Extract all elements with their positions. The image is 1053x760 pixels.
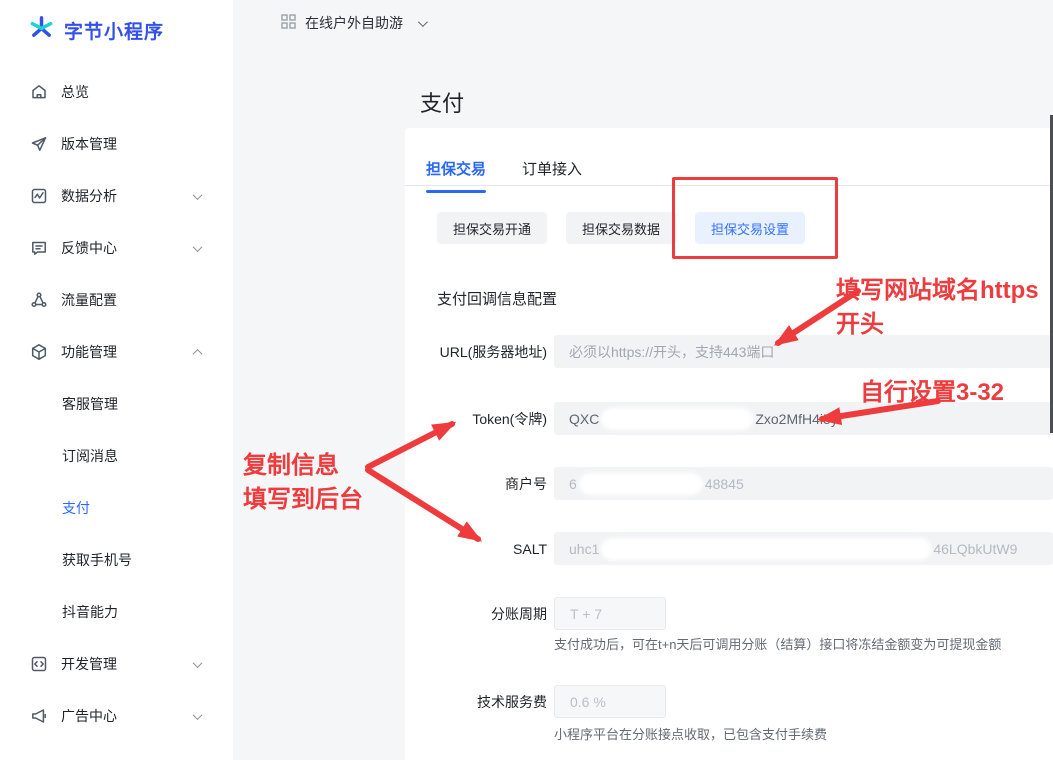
sidebar-subitem-get-phone-number[interactable]: 获取手机号 xyxy=(0,534,233,586)
cycle-input: T + 7 xyxy=(554,597,666,630)
content-card: 担保交易 订单接入 担保交易开通 担保交易数据 担保交易设置 支付回调信息配置 … xyxy=(405,128,1053,760)
sidebar-item-label: 流量配置 xyxy=(61,290,117,310)
grid-icon xyxy=(281,14,296,32)
tab-bar: 担保交易 订单接入 xyxy=(426,158,582,193)
page-title: 支付 xyxy=(420,86,464,118)
chevron-down-icon xyxy=(193,658,203,668)
sidebar-item-label: 广告中心 xyxy=(61,706,117,726)
section-title: 支付回调信息配置 xyxy=(437,288,557,309)
bytedance-asterisk-icon xyxy=(28,14,55,46)
guaranteed-settings-button[interactable]: 担保交易设置 xyxy=(695,212,805,244)
sidebar-item-label: 版本管理 xyxy=(61,134,117,154)
annotation-url-note-line1: 填写网站域名https xyxy=(836,274,1039,308)
merchant-value-start: 6 xyxy=(569,476,577,492)
annotation-url-note: 填写网站域名https 开头 xyxy=(836,274,1039,342)
traffic-icon xyxy=(30,291,48,309)
url-field-label: URL(服务器地址) xyxy=(405,342,547,362)
sidebar-item-development[interactable]: 开发管理 xyxy=(0,638,233,690)
sidebar-item-label: 客服管理 xyxy=(62,394,118,414)
chevron-down-icon xyxy=(418,17,428,27)
megaphone-icon xyxy=(30,707,48,725)
annotation-copy-note-line1: 复制信息 xyxy=(243,449,363,483)
app-switcher-label: 在线户外自助游 xyxy=(305,13,403,33)
fee-help-text: 小程序平台在分账接点收取，已包含支付手续费 xyxy=(554,724,827,743)
fee-input: 0.6 % xyxy=(554,685,666,718)
sidebar-item-label: 反馈中心 xyxy=(61,238,117,258)
sidebar-item-traffic[interactable]: 流量配置 xyxy=(0,274,233,326)
code-icon xyxy=(30,655,48,673)
sidebar-item-label: 支付 xyxy=(62,498,90,518)
salt-value-start: uhc1 xyxy=(569,541,599,557)
chevron-down-icon xyxy=(193,710,203,720)
chevron-up-icon xyxy=(193,348,203,358)
redaction-blur xyxy=(601,538,931,560)
tab-guaranteed-transaction[interactable]: 担保交易 xyxy=(426,158,486,193)
sidebar-subitem-payment[interactable]: 支付 xyxy=(0,482,233,534)
sidebar-item-versions[interactable]: 版本管理 xyxy=(0,118,233,170)
chevron-down-icon xyxy=(193,190,203,200)
chevron-down-icon xyxy=(193,242,203,252)
sidebar-item-label: 抖音能力 xyxy=(62,602,118,622)
annotation-token-note: 自行设置3-32 xyxy=(860,376,1004,410)
annotation-url-note-line2: 开头 xyxy=(836,308,1039,342)
merchant-field-row: 商户号 6 48845 xyxy=(405,467,1053,500)
redaction-blur xyxy=(579,473,703,495)
annotation-copy-note: 复制信息 填写到后台 xyxy=(243,449,363,517)
sidebar-item-label: 开发管理 xyxy=(61,654,117,674)
merchant-value-end: 48845 xyxy=(705,476,744,492)
salt-field-row: SALT uhc1 46LQbkUtW9 xyxy=(405,532,1053,565)
merchant-input[interactable]: 6 48845 xyxy=(554,467,1053,500)
brand-logo: 字节小程序 xyxy=(0,0,233,46)
feedback-icon xyxy=(30,239,48,257)
token-field-label: Token(令牌) xyxy=(405,409,547,429)
fee-field-row: 技术服务费 0.6 % xyxy=(405,685,1053,718)
cube-icon xyxy=(30,343,48,361)
sidebar-nav: 总览 版本管理 数据分析 反馈中心 流量配置 xyxy=(0,66,233,742)
paper-plane-icon xyxy=(30,135,48,153)
sidebar-item-label: 功能管理 xyxy=(61,342,117,362)
fee-field-label: 技术服务费 xyxy=(405,692,547,712)
sidebar-item-features[interactable]: 功能管理 xyxy=(0,326,233,378)
sidebar-item-label: 总览 xyxy=(61,82,89,102)
tab-order-access[interactable]: 订单接入 xyxy=(522,158,582,193)
url-input-placeholder: 必须以https://开头，支持443端口 xyxy=(569,342,774,362)
merchant-field-label: 商户号 xyxy=(405,474,547,494)
analytics-icon xyxy=(30,187,48,205)
token-value-start: QXC xyxy=(569,411,599,427)
sidebar-item-label: 订阅消息 xyxy=(62,446,118,466)
app-switcher[interactable]: 在线户外自助游 xyxy=(281,13,425,33)
sidebar-item-analytics[interactable]: 数据分析 xyxy=(0,170,233,222)
sub-nav: 担保交易开通 担保交易数据 担保交易设置 xyxy=(437,212,805,244)
salt-value-end: 46LQbkUtW9 xyxy=(933,541,1017,557)
token-value-end: Zxo2MfH4i5y xyxy=(755,411,837,427)
sidebar-item-label: 数据分析 xyxy=(61,186,117,206)
guaranteed-open-button[interactable]: 担保交易开通 xyxy=(437,212,547,244)
sidebar-item-label: 获取手机号 xyxy=(62,550,132,570)
sidebar: 字节小程序 总览 版本管理 数据分析 反馈中心 xyxy=(0,0,233,760)
home-icon xyxy=(30,83,48,101)
salt-field-label: SALT xyxy=(405,541,547,557)
brand-name: 字节小程序 xyxy=(64,17,164,44)
sidebar-item-overview[interactable]: 总览 xyxy=(0,66,233,118)
cycle-value: T + 7 xyxy=(570,606,602,622)
cycle-help-text: 支付成功后，可在t+n天后可调用分账（结算）接口将冻结金额变为可提现金额 xyxy=(554,634,1001,653)
annotation-copy-note-line2: 填写到后台 xyxy=(243,483,363,517)
sidebar-subitem-subscribe-message[interactable]: 订阅消息 xyxy=(0,430,233,482)
redaction-blur xyxy=(601,408,753,430)
sidebar-subitem-customer-service[interactable]: 客服管理 xyxy=(0,378,233,430)
cycle-field-row: 分账周期 T + 7 xyxy=(405,597,1053,630)
guaranteed-data-button[interactable]: 担保交易数据 xyxy=(566,212,676,244)
fee-value: 0.6 % xyxy=(570,694,606,710)
sidebar-item-feedback[interactable]: 反馈中心 xyxy=(0,222,233,274)
cycle-field-label: 分账周期 xyxy=(405,604,547,624)
sidebar-subitem-douyin-capability[interactable]: 抖音能力 xyxy=(0,586,233,638)
sidebar-item-ad-center[interactable]: 广告中心 xyxy=(0,690,233,742)
salt-input[interactable]: uhc1 46LQbkUtW9 xyxy=(554,532,1053,565)
